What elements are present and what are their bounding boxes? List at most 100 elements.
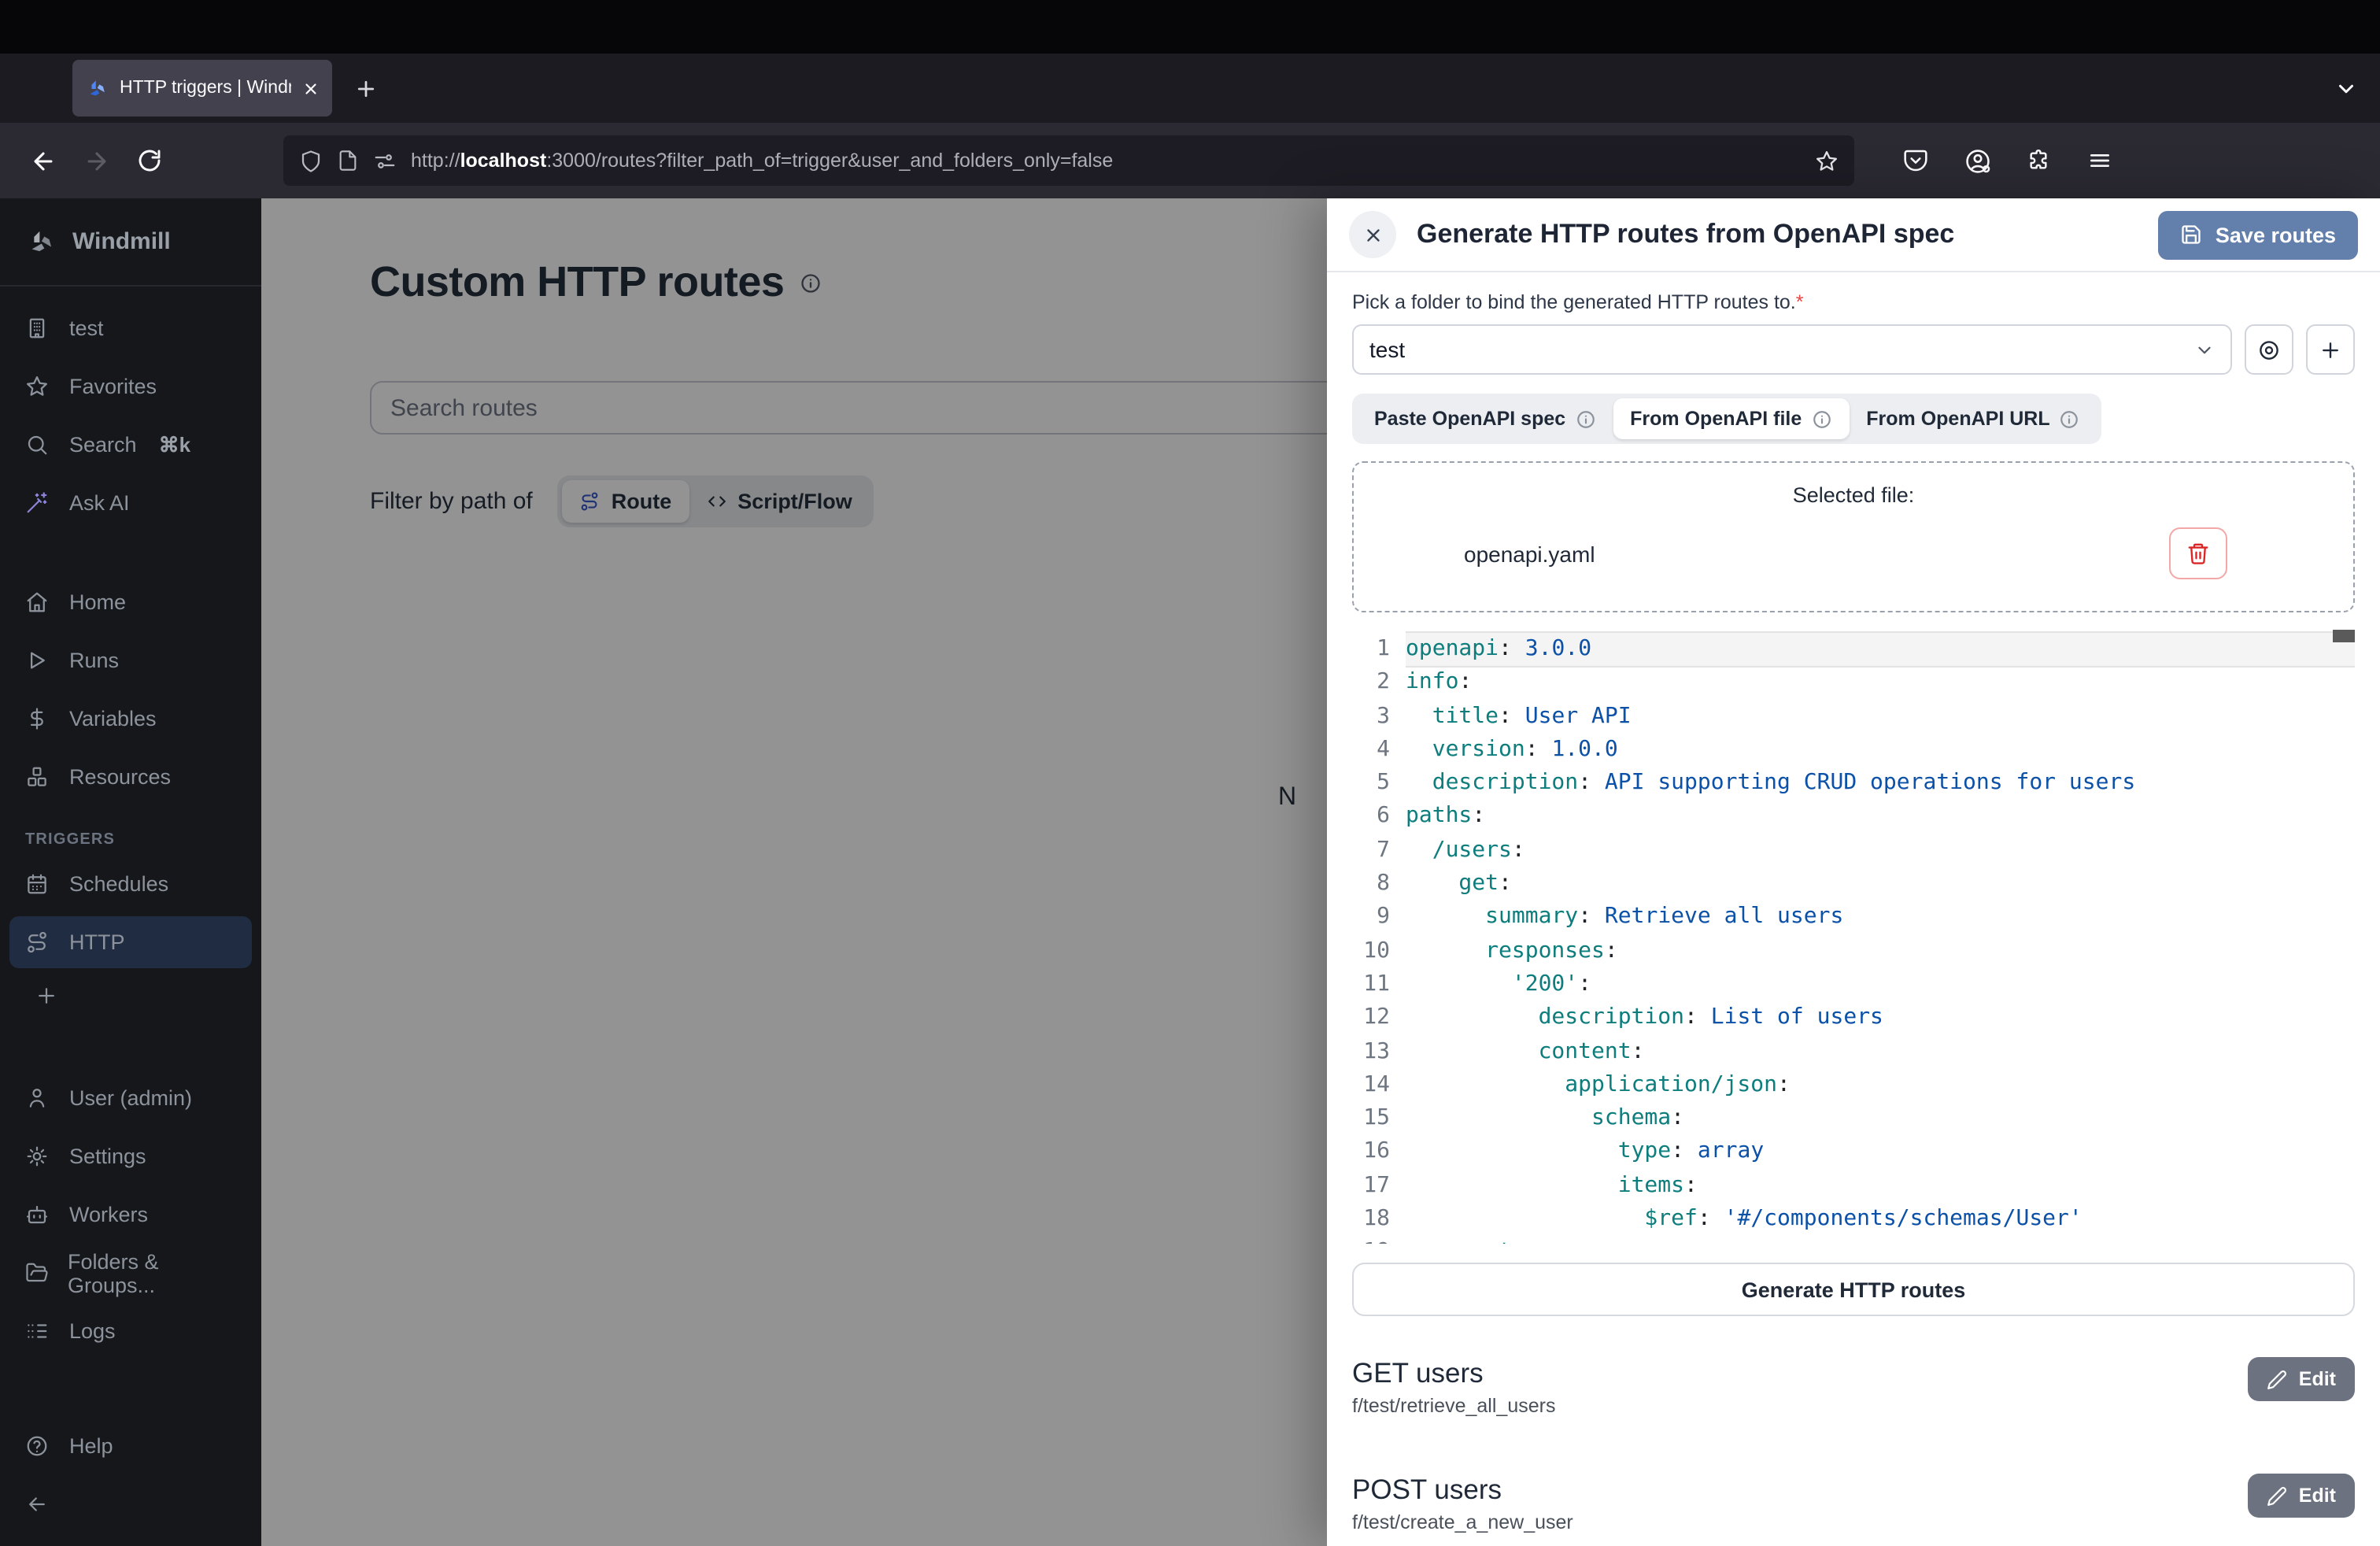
line-number: 3 [1352, 700, 1390, 734]
sidebar-item-label: Search [69, 433, 137, 457]
edit-route-button[interactable]: Edit [2249, 1357, 2355, 1401]
gear-icon [25, 1145, 50, 1168]
code-line: version: 1.0.0 [1406, 734, 2355, 767]
sidebar-item-label: Folders & Groups... [68, 1249, 236, 1296]
save-floppy-icon [2181, 224, 2203, 246]
info-icon[interactable] [800, 272, 822, 294]
folder-open-icon [25, 1261, 49, 1285]
search-shortcut: ⌘k [159, 432, 190, 457]
sidebar-item-home[interactable]: Home [9, 576, 252, 628]
delete-file-button[interactable] [2169, 527, 2227, 579]
url-text[interactable]: http://localhost:3000/routes?filter_path… [411, 150, 1801, 172]
shield-icon[interactable] [299, 149, 323, 172]
code-line: content: [1406, 1035, 2355, 1069]
code-line: post: [1406, 1237, 2355, 1244]
sidebar-item-resources[interactable]: Resources [9, 751, 252, 803]
sidebar-item-favorites[interactable]: Favorites [9, 361, 252, 412]
line-number: 2 [1352, 667, 1390, 701]
line-number: 13 [1352, 1035, 1390, 1069]
generated-route-row: GET users f/test/retrieve_all_users Edit [1352, 1357, 2355, 1417]
folder-select[interactable]: test [1352, 324, 2232, 375]
tab-title: HTTP triggers | Windmill [120, 79, 291, 98]
pocket-icon[interactable] [1892, 137, 1939, 184]
tab-from-openapi-file[interactable]: From OpenAPI file [1613, 398, 1849, 439]
filter-toggle-group: Route Script/Flow [558, 475, 874, 527]
tab-from-openapi-url[interactable]: From OpenAPI URL [1849, 398, 2097, 439]
line-number: 7 [1352, 834, 1390, 868]
sidebar-item-folders-groups[interactable]: Folders & Groups... [9, 1247, 252, 1299]
code-line: '200': [1406, 968, 2355, 1002]
triggers-section-label: TRIGGERS [9, 809, 252, 858]
line-number: 8 [1352, 867, 1390, 901]
code-line: responses: [1406, 934, 2355, 968]
save-routes-label: Save routes [2216, 223, 2336, 246]
permissions-icon[interactable] [373, 149, 397, 172]
sidebar-item-schedules[interactable]: Schedules [9, 858, 252, 910]
sidebar-item-runs[interactable]: Runs [9, 634, 252, 686]
generate-http-routes-button[interactable]: Generate HTTP routes [1352, 1263, 2355, 1316]
browser-tab[interactable]: HTTP triggers | Windmill [72, 60, 332, 117]
editor-scrollbar[interactable] [2333, 630, 2355, 642]
line-number: 15 [1352, 1102, 1390, 1136]
sidebar-item-logs[interactable]: Logs [9, 1305, 252, 1357]
edit-route-button[interactable]: Edit [2249, 1474, 2355, 1518]
code-line: application/json: [1406, 1069, 2355, 1103]
route-title: POST users [1352, 1474, 2249, 1507]
window-titlebar [0, 0, 2380, 54]
back-button[interactable] [16, 137, 69, 184]
sidebar-item-ask-ai[interactable]: Ask AI [9, 477, 252, 529]
sidebar-brand[interactable]: Windmill [0, 198, 261, 287]
view-folder-button[interactable] [2245, 324, 2293, 375]
building-icon [25, 316, 50, 340]
sidebar-item-label: Schedules [69, 872, 168, 896]
sidebar-item-variables[interactable]: Variables [9, 693, 252, 745]
list-all-tabs-button[interactable] [2334, 76, 2358, 100]
save-routes-button[interactable]: Save routes [2159, 210, 2358, 259]
sidebar-item-search[interactable]: Search ⌘k [9, 419, 252, 471]
sidebar-item-label: HTTP [69, 930, 125, 954]
yaml-code-editor[interactable]: 12345678910111213141516171819 openapi: 3… [1352, 627, 2355, 1244]
code-line: description: API supporting CRUD operati… [1406, 767, 2355, 801]
tab-paste-openapi-spec[interactable]: Paste OpenAPI spec [1357, 398, 1613, 439]
route-title: GET users [1352, 1357, 2249, 1390]
sidebar-item-settings[interactable]: Settings [9, 1130, 252, 1182]
extensions-puzzle-icon[interactable] [2015, 137, 2062, 184]
bookmark-star-icon[interactable] [1815, 149, 1839, 172]
tab-label: From OpenAPI file [1630, 408, 1802, 430]
star-icon [25, 375, 50, 398]
line-number: 6 [1352, 801, 1390, 834]
chevron-down-icon [2194, 339, 2215, 360]
tab-label: From OpenAPI URL [1866, 408, 2049, 430]
info-icon[interactable] [2060, 409, 2080, 429]
sidebar-item-label: Settings [69, 1145, 146, 1168]
sidebar-item-user[interactable]: User (admin) [9, 1072, 252, 1124]
filter-option-script-flow[interactable]: Script/Flow [689, 480, 870, 523]
account-icon[interactable] [1953, 137, 2001, 184]
page-info-icon[interactable] [337, 150, 359, 172]
sidebar-item-label: Ask AI [69, 491, 130, 515]
windmill-favicon-icon [85, 76, 109, 100]
url-bar[interactable]: http://localhost:3000/routes?filter_path… [283, 135, 1854, 186]
tab-close-icon[interactable] [302, 80, 320, 97]
menu-hamburger-icon[interactable] [2076, 137, 2123, 184]
line-number: 10 [1352, 934, 1390, 968]
sidebar-item-workers[interactable]: Workers [9, 1189, 252, 1241]
info-icon[interactable] [1575, 409, 1595, 429]
sidebar-item-http[interactable]: HTTP [9, 916, 252, 968]
close-drawer-button[interactable] [1349, 211, 1396, 258]
sidebar-item-help[interactable]: Help [9, 1420, 252, 1472]
sidebar-item-workspace[interactable]: test [9, 302, 252, 354]
forward-button[interactable] [69, 137, 123, 184]
add-trigger-button[interactable] [9, 975, 252, 1017]
collapse-sidebar-button[interactable] [9, 1478, 252, 1530]
line-number: 17 [1352, 1170, 1390, 1204]
info-icon[interactable] [1811, 409, 1831, 429]
add-folder-button[interactable] [2306, 324, 2355, 375]
code-line: get: [1406, 867, 2355, 901]
new-tab-button[interactable] [354, 76, 378, 100]
search-icon [25, 433, 50, 457]
reload-button[interactable] [123, 137, 176, 184]
line-number: 4 [1352, 734, 1390, 767]
filter-option-route[interactable]: Route [563, 480, 689, 523]
arrow-left-icon [25, 1492, 50, 1516]
